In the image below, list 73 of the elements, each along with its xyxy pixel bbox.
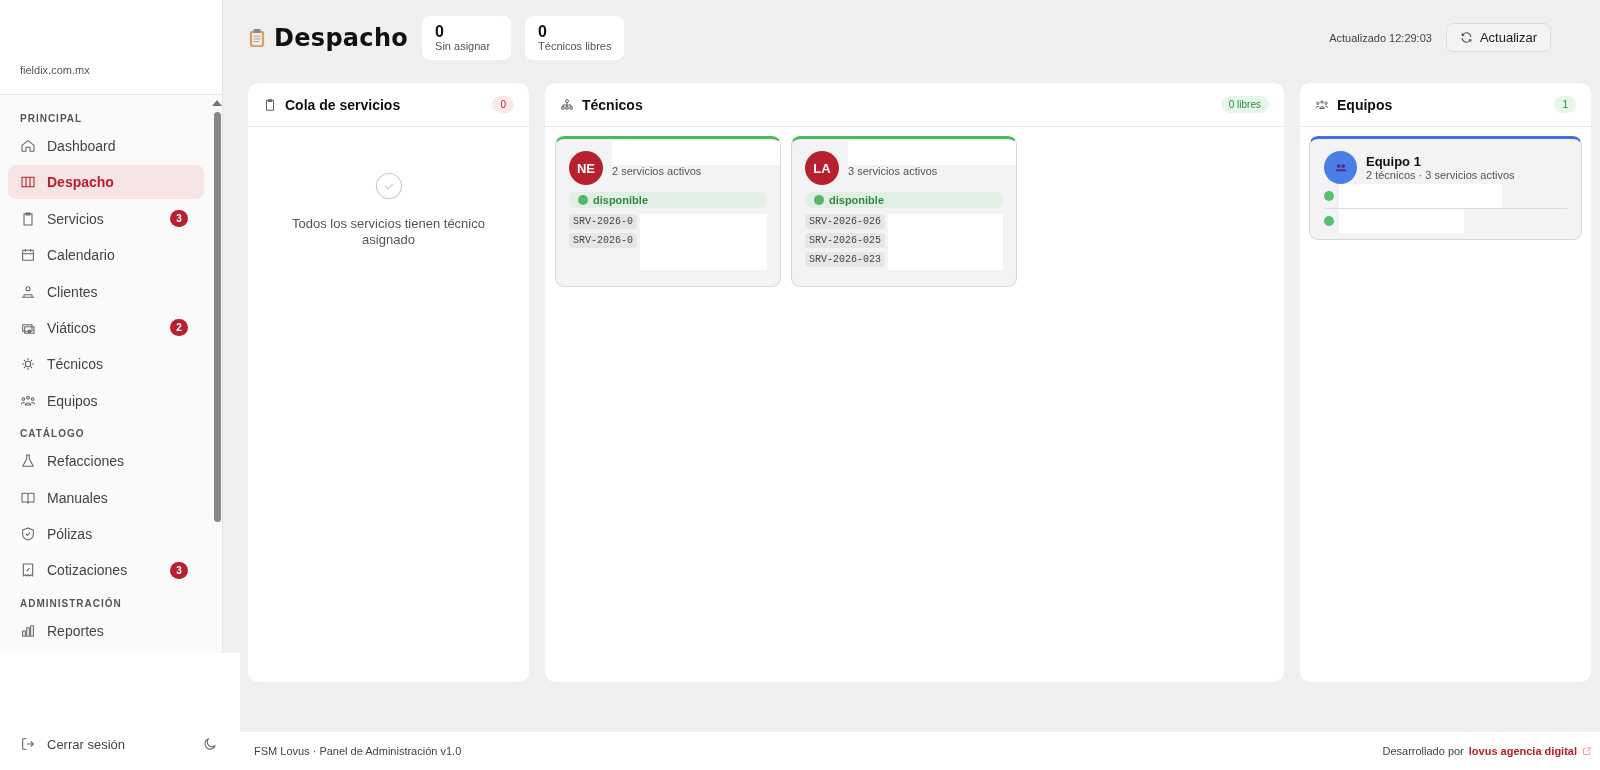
team-avatar bbox=[1324, 151, 1357, 184]
services-count: 3 servicios activos bbox=[848, 165, 939, 177]
count-pill: 0 libres bbox=[1220, 96, 1269, 113]
service-code: SRV-2026-025 bbox=[805, 233, 885, 248]
sidebar-item[interactable]: Técnicos bbox=[8, 347, 204, 382]
dark-mode-icon[interactable] bbox=[202, 736, 218, 752]
refresh-icon bbox=[1459, 31, 1473, 44]
nav-icon bbox=[20, 562, 36, 579]
group-icon bbox=[1315, 97, 1329, 112]
team-meta: 2 técnicos · 3 servicios activos bbox=[1366, 169, 1515, 181]
sidebar-item[interactable]: Viáticos 2 bbox=[8, 310, 204, 345]
empty-message: Todos los servicios tienen técnico asignado bbox=[291, 216, 486, 248]
sidebar-item[interactable]: Despacho bbox=[8, 165, 204, 200]
panel-title: Técnicos bbox=[582, 96, 644, 113]
footer-text: FSM Lovus · Panel de Administración v1.0 bbox=[254, 745, 462, 757]
hierarchy-icon bbox=[560, 97, 574, 112]
nav-icon bbox=[20, 622, 36, 639]
sidebar-item[interactable]: Calendario bbox=[8, 238, 204, 273]
avatar: NE bbox=[569, 151, 603, 185]
count-badge: 3 bbox=[170, 210, 188, 228]
count-badge: 2 bbox=[170, 319, 188, 337]
service-code: SRV-2026-023 bbox=[805, 252, 885, 267]
service-code: SRV-2026-0 bbox=[569, 233, 637, 248]
stat-label: Sin asignar bbox=[435, 39, 492, 52]
domain-text: fieldix.com.mx bbox=[20, 64, 90, 76]
team-card[interactable]: Equipo 1 2 técnicos · 3 servicios activos bbox=[1309, 136, 1582, 240]
section-title: CATÁLOGO bbox=[19, 426, 86, 442]
sidebar-item[interactable]: Cotizaciones 3 bbox=[8, 553, 204, 588]
updated-time: Actualizado 12:29:03 bbox=[1329, 31, 1432, 44]
nav-icon bbox=[20, 247, 36, 264]
sidebar-item[interactable]: Servicios 3 bbox=[8, 201, 204, 236]
service-code: SRV-2026-0 bbox=[569, 214, 637, 229]
sidebar-item[interactable]: Equipos bbox=[8, 383, 204, 418]
panel-title: Equipos bbox=[1337, 96, 1394, 113]
sidebar-item[interactable]: Refacciones bbox=[8, 444, 204, 479]
count-badge: 3 bbox=[170, 561, 188, 579]
section-title: PRINCIPAL bbox=[19, 112, 84, 126]
refresh-button[interactable]: Actualizar bbox=[1445, 23, 1551, 52]
nav-icon bbox=[20, 283, 36, 300]
nav-icon bbox=[20, 525, 36, 542]
sidebar-item[interactable]: Pólizas bbox=[8, 516, 204, 551]
status-pill: disponible bbox=[805, 192, 1003, 208]
nav-icon bbox=[20, 210, 36, 227]
sidebar-item[interactable]: Reportes bbox=[8, 613, 204, 648]
credit-text: Desarrollado por bbox=[1382, 745, 1464, 757]
logout-link[interactable]: Cerrar sesión bbox=[20, 736, 202, 752]
stat-value: 0 bbox=[435, 23, 445, 40]
external-link-icon bbox=[1582, 746, 1591, 756]
section-title: ADMINISTRACIÓN bbox=[19, 596, 123, 611]
clipboard-icon bbox=[263, 97, 277, 112]
service-code: SRV-2026-026 bbox=[805, 214, 885, 229]
page-title: Despacho bbox=[274, 23, 409, 52]
panel-title: Cola de servicios bbox=[285, 96, 402, 113]
check-icon bbox=[374, 172, 403, 200]
avatar: LA bbox=[805, 151, 839, 185]
count-pill: 0 bbox=[492, 96, 514, 113]
count-pill: 1 bbox=[1554, 96, 1576, 113]
clipboard-icon bbox=[249, 27, 265, 48]
agency-link[interactable]: lovus agencia digital bbox=[1468, 745, 1577, 757]
services-count: 2 servicios activos bbox=[612, 165, 703, 177]
nav-icon bbox=[20, 356, 36, 373]
technician-card[interactable]: LA 3 servicios activos disponible SRV-2026-026 SRV-2026-025 SRV-2026-023 bbox=[791, 136, 1017, 287]
stat-value: 0 bbox=[538, 23, 548, 40]
sidebar-item[interactable]: Clientes bbox=[8, 274, 204, 309]
technician-card[interactable]: NE 2 servicios activos disponible SRV-2026-0 SRV-2026-0 bbox=[555, 136, 781, 287]
team-name: Equipo 1 bbox=[1366, 154, 1422, 169]
logout-icon bbox=[20, 736, 36, 752]
nav-icon bbox=[20, 453, 36, 470]
sidebar-item[interactable]: Manuales bbox=[8, 480, 204, 515]
status-pill: disponible bbox=[569, 192, 767, 208]
nav-icon bbox=[20, 138, 36, 154]
sidebar-item[interactable]: Dashboard bbox=[8, 129, 204, 163]
stat-label: Técnicos libres bbox=[538, 39, 612, 52]
